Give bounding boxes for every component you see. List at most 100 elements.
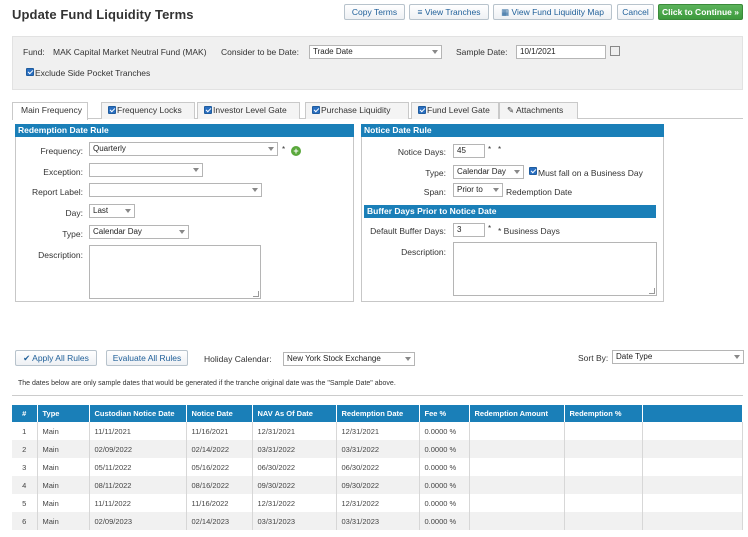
required-star: *: [488, 224, 492, 233]
cell: 0.0000 %: [419, 458, 470, 476]
table-row[interactable]: 2 Main 02/09/2022 02/14/2022 03/31/2022 …: [12, 440, 743, 458]
col-header[interactable]: Type: [37, 405, 90, 422]
tab-frequency-locks[interactable]: Frequency Locks: [101, 102, 195, 119]
col-header[interactable]: Notice Date: [186, 405, 253, 422]
add-icon[interactable]: +: [291, 146, 301, 156]
report-label-select[interactable]: [89, 183, 262, 197]
col-header[interactable]: Redemption %: [564, 405, 643, 422]
cell-filler: [642, 458, 743, 476]
tab-main-frequency[interactable]: Main Frequency: [12, 102, 88, 120]
consider-date-select[interactable]: Trade Date: [309, 45, 442, 59]
copy-terms-button[interactable]: Copy Terms: [344, 4, 405, 20]
view-fund-liquidity-map-button[interactable]: ▦ View Fund Liquidity Map: [493, 4, 612, 20]
tab-check-icon: [204, 106, 212, 114]
col-header[interactable]: NAV As Of Date: [252, 405, 337, 422]
type-select[interactable]: Calendar Day: [89, 225, 189, 239]
type-value: Calendar Day: [93, 227, 142, 236]
cell: [469, 422, 565, 440]
span-select[interactable]: Prior to: [453, 183, 503, 197]
table-row[interactable]: 6 Main 02/09/2023 02/14/2023 03/31/2023 …: [12, 512, 743, 530]
exclude-side-pocket-label: Exclude Side Pocket Tranches: [35, 68, 151, 78]
cell: [564, 458, 643, 476]
exception-select[interactable]: [89, 163, 203, 177]
tab-label: Purchase Liquidity: [321, 105, 391, 115]
col-header[interactable]: Custodian Notice Date: [89, 405, 187, 422]
cell-filler: [642, 422, 743, 440]
table-row[interactable]: 1 Main 11/11/2021 11/16/2021 12/31/2021 …: [12, 422, 743, 440]
cell: 05/16/2022: [186, 458, 253, 476]
col-header[interactable]: Redemption Amount: [469, 405, 565, 422]
tab-label: Frequency Locks: [117, 105, 182, 115]
evaluate-all-rules-button[interactable]: Evaluate All Rules: [106, 350, 188, 366]
resize-grip-icon[interactable]: [253, 291, 259, 297]
frequency-select[interactable]: Quarterly: [89, 142, 278, 156]
cell: [564, 476, 643, 494]
notice-days-input[interactable]: 45: [453, 144, 485, 158]
view-tranches-button[interactable]: ≡ View Tranches: [409, 4, 489, 20]
tab-label: Main Frequency: [21, 105, 82, 115]
col-header[interactable]: Fee %: [419, 405, 470, 422]
chevron-down-icon: [432, 50, 438, 54]
sample-date-input[interactable]: 10/1/2021: [516, 45, 606, 59]
tab-purchase-liquidity[interactable]: Purchase Liquidity: [305, 102, 409, 119]
frequency-value: Quarterly: [93, 144, 126, 153]
calendar-icon: ▦: [501, 7, 510, 17]
sample-date-label: Sample Date:: [456, 47, 508, 57]
cell-filler: [642, 440, 743, 458]
notice-rule-header: Notice Date Rule: [361, 124, 664, 137]
table-row[interactable]: 5 Main 11/11/2022 11/16/2022 12/31/2022 …: [12, 494, 743, 512]
cell: 02/09/2022: [89, 440, 187, 458]
day-value: Last: [93, 206, 109, 215]
cell: 02/14/2022: [186, 440, 253, 458]
col-header[interactable]: Redemption Date: [336, 405, 420, 422]
cell: [564, 494, 643, 512]
continue-button[interactable]: Click to Continue »: [658, 4, 743, 20]
resize-grip-icon[interactable]: [649, 288, 655, 294]
report-label-label: Report Label:: [31, 187, 83, 197]
table-row[interactable]: 3 Main 05/11/2022 05/16/2022 06/30/2022 …: [12, 458, 743, 476]
required-star: *: [488, 145, 492, 154]
tab-investor-level-gate[interactable]: Investor Level Gate: [197, 102, 300, 119]
cell: 09/30/2022: [336, 476, 420, 494]
cell: Main: [37, 494, 90, 512]
calendar-picker-icon[interactable]: [610, 46, 620, 56]
fund-label: Fund:: [23, 47, 45, 57]
notice-type-select[interactable]: Calendar Day: [453, 165, 524, 179]
cell: 02/14/2023: [186, 512, 253, 530]
buffer-description-textarea[interactable]: [453, 242, 657, 296]
divider: [12, 395, 743, 396]
sort-by-select[interactable]: Date Type: [612, 350, 744, 364]
cancel-button[interactable]: Cancel: [617, 4, 654, 20]
business-day-label: Must fall on a Business Day: [538, 168, 643, 178]
business-day-checkbox[interactable]: [529, 167, 537, 175]
exclude-side-pocket-checkbox[interactable]: [26, 68, 34, 76]
cell: 5: [12, 494, 38, 512]
span-label: Span:: [423, 187, 446, 197]
cell: 03/31/2023: [252, 512, 337, 530]
page-title: Update Fund Liquidity Terms: [12, 7, 194, 22]
cell: 11/11/2021: [89, 422, 187, 440]
chevron-down-icon: [405, 357, 411, 361]
default-buffer-days-input[interactable]: 3: [453, 223, 485, 237]
cell: [564, 512, 643, 530]
tab-label: Investor Level Gate: [213, 105, 287, 115]
redemption-description-textarea[interactable]: [89, 245, 261, 299]
cell: 2: [12, 440, 38, 458]
col-header[interactable]: #: [12, 405, 38, 422]
tab-label: Attachments: [516, 105, 564, 115]
cell: Main: [37, 476, 90, 494]
day-select[interactable]: Last: [89, 204, 135, 218]
cell: 02/09/2023: [89, 512, 187, 530]
cell: Main: [37, 458, 90, 476]
holiday-calendar-select[interactable]: New York Stock Exchange: [283, 352, 415, 366]
cell: 11/16/2022: [186, 494, 253, 512]
tab-fund-level-gate[interactable]: Fund Level Gate: [411, 102, 499, 119]
tab-attachments[interactable]: ✎ Attachments: [499, 102, 578, 119]
apply-all-rules-button[interactable]: ✔ Apply All Rules: [15, 350, 97, 366]
tab-check-icon: [108, 106, 116, 114]
table-row[interactable]: 4 Main 08/11/2022 08/16/2022 09/30/2022 …: [12, 476, 743, 494]
results-table: # Type Custodian Notice Date Notice Date…: [12, 405, 743, 530]
cell: 05/11/2022: [89, 458, 187, 476]
tab-check-icon: [312, 106, 320, 114]
chevron-down-icon: [125, 209, 131, 213]
